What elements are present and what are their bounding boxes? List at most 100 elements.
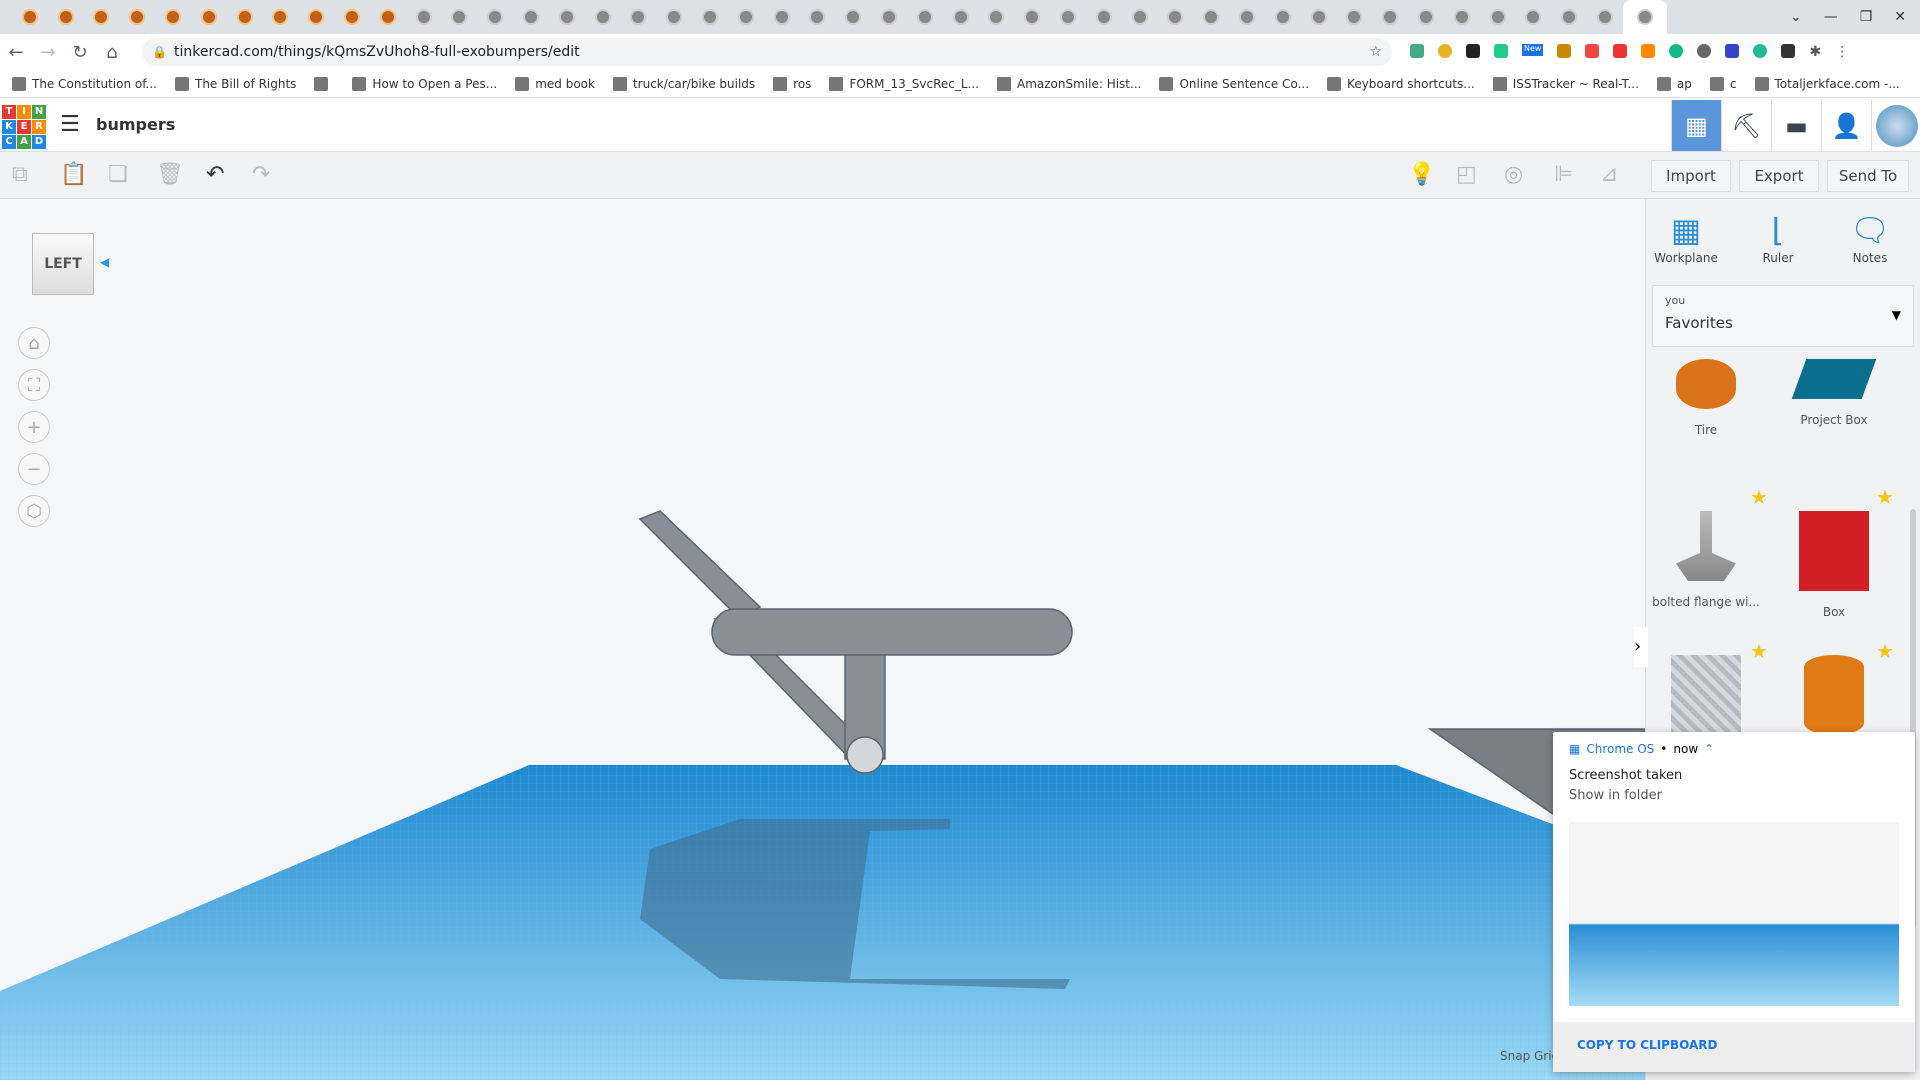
- browser-tab[interactable]: [692, 0, 728, 34]
- extension-icon[interactable]: [1697, 44, 1712, 58]
- screenshot-thumbnail[interactable]: [1569, 822, 1899, 1006]
- 3d-viewport[interactable]: LEFT ◀ ⌂ ⛶ + − ⬡ Snap Gric: [0, 199, 1645, 1080]
- browser-tab[interactable]: [1265, 0, 1301, 34]
- browser-tab[interactable]: [1551, 0, 1587, 34]
- browser-tab[interactable]: [119, 0, 155, 34]
- browser-tab[interactable]: [155, 0, 191, 34]
- ruler-tool[interactable]: ⌊ Ruler: [1738, 211, 1818, 265]
- undo-icon[interactable]: ↶: [206, 162, 224, 187]
- collapse-chevron-icon[interactable]: ⌃: [1704, 742, 1714, 756]
- browser-tab[interactable]: [334, 0, 370, 34]
- duplicate-icon[interactable]: ❏: [108, 162, 128, 187]
- bookmark-item[interactable]: ros: [773, 76, 811, 91]
- bookmark-item[interactable]: Keyboard shortcuts...: [1327, 76, 1475, 91]
- bookmark-item[interactable]: c: [1709, 76, 1737, 91]
- home-view-icon[interactable]: ⌂: [18, 327, 50, 359]
- add-user-icon[interactable]: 👤: [1821, 100, 1871, 151]
- tab-search-icon[interactable]: ⌄: [1790, 9, 1802, 25]
- browser-tab[interactable]: [656, 0, 692, 34]
- shape-project-box[interactable]: Project Box: [1774, 359, 1894, 427]
- extension-icon[interactable]: [1781, 44, 1796, 58]
- browser-tab[interactable]: [1336, 0, 1372, 34]
- align-icon[interactable]: ⊫: [1554, 162, 1573, 187]
- menu-icon[interactable]: ⋮: [1835, 44, 1849, 60]
- favorite-star-icon[interactable]: ★: [1750, 485, 1768, 509]
- tinkercad-logo[interactable]: TIN KER CAD: [2, 105, 46, 149]
- home-button[interactable]: ⌂: [96, 42, 128, 63]
- browser-tab[interactable]: [263, 0, 299, 34]
- bookmark-star-icon[interactable]: ☆: [1369, 44, 1382, 60]
- browser-tab[interactable]: [1301, 0, 1337, 34]
- reload-button[interactable]: ↻: [64, 42, 96, 63]
- shape-bolted-flange[interactable]: bolted flange wi...: [1646, 511, 1766, 609]
- back-button[interactable]: ←: [0, 42, 32, 63]
- export-button[interactable]: Export: [1739, 160, 1819, 192]
- browser-tab[interactable]: [1480, 0, 1516, 34]
- browser-tab[interactable]: [1193, 0, 1229, 34]
- collapse-panel-chevron-icon[interactable]: ›: [1634, 627, 1648, 667]
- zoom-in-icon[interactable]: +: [18, 411, 50, 443]
- browser-tab[interactable]: [1122, 0, 1158, 34]
- extension-icon[interactable]: [1410, 44, 1424, 58]
- screenshot-notification[interactable]: ▦ Chrome OS • now ⌃ Screenshot taken Sho…: [1553, 732, 1915, 1072]
- browser-tab[interactable]: [835, 0, 871, 34]
- browser-tab[interactable]: [871, 0, 907, 34]
- view-cube-arrow-right-icon[interactable]: ◀: [100, 255, 109, 269]
- extension-icon[interactable]: [1753, 44, 1768, 58]
- avatar[interactable]: [1871, 100, 1920, 151]
- bookmark-item[interactable]: Online Sentence Co...: [1159, 76, 1309, 91]
- workplane-tool[interactable]: ▦ Workplane: [1646, 211, 1726, 265]
- bookmark-item[interactable]: AmazonSmile: Hist...: [996, 76, 1141, 91]
- browser-tab[interactable]: [728, 0, 764, 34]
- ungroup-icon[interactable]: ◎: [1504, 162, 1523, 187]
- browser-tab[interactable]: [549, 0, 585, 34]
- delete-icon[interactable]: 🗑: [156, 162, 184, 187]
- shape-tire[interactable]: Tire: [1646, 359, 1766, 437]
- browser-tab[interactable]: [1444, 0, 1480, 34]
- extension-icon[interactable]: [1613, 44, 1628, 58]
- browser-tab[interactable]: [406, 0, 442, 34]
- browser-tab[interactable]: [442, 0, 478, 34]
- library-select[interactable]: you Favorites ▼: [1652, 285, 1914, 347]
- zoom-out-icon[interactable]: −: [18, 453, 50, 485]
- browser-tab[interactable]: [513, 0, 549, 34]
- extension-icon[interactable]: [1557, 44, 1572, 58]
- design-title[interactable]: bumpers: [96, 115, 175, 134]
- browser-tab[interactable]: [227, 0, 263, 34]
- light-icon[interactable]: 💡: [1408, 162, 1435, 187]
- group-icon[interactable]: ◰: [1456, 162, 1477, 187]
- extension-icon[interactable]: [1585, 44, 1600, 58]
- browser-tab[interactable]: [621, 0, 657, 34]
- browser-tab[interactable]: [1050, 0, 1086, 34]
- redo-icon[interactable]: ↷: [252, 162, 270, 187]
- import-button[interactable]: Import: [1651, 160, 1731, 192]
- browser-tab[interactable]: [1014, 0, 1050, 34]
- forward-button[interactable]: →: [32, 42, 64, 63]
- url-input[interactable]: 🔒 tinkercad.com/things/kQmsZvUhoh8-full-…: [142, 38, 1392, 66]
- browser-tab[interactable]: [48, 0, 84, 34]
- bookmark-item[interactable]: med book: [515, 76, 595, 91]
- browser-tab[interactable]: [764, 0, 800, 34]
- extension-icon[interactable]: [1725, 44, 1740, 58]
- favorite-star-icon[interactable]: ★: [1876, 485, 1894, 509]
- show-in-folder-link[interactable]: Show in folder: [1569, 788, 1662, 803]
- browser-tab[interactable]: [1086, 0, 1122, 34]
- fit-view-icon[interactable]: ⛶: [18, 369, 50, 401]
- extension-icon[interactable]: [1438, 44, 1452, 58]
- paste-icon[interactable]: 📋: [60, 162, 87, 187]
- browser-tab[interactable]: [477, 0, 513, 34]
- close-window-button[interactable]: ✕: [1894, 9, 1906, 25]
- copy-icon[interactable]: ⧉: [12, 162, 28, 187]
- browser-tab[interactable]: [1229, 0, 1265, 34]
- snap-grid-label[interactable]: Snap Gric: [1500, 1049, 1558, 1063]
- bookmark-item[interactable]: FORM_13_SvcRec_L...: [829, 76, 979, 91]
- view-cube-face[interactable]: LEFT: [32, 233, 94, 295]
- brick-icon[interactable]: ▬: [1771, 100, 1821, 151]
- bookmark-item[interactable]: The Bill of Rights: [175, 76, 296, 91]
- extension-icon[interactable]: [1466, 44, 1480, 58]
- notes-tool[interactable]: 🗨 Notes: [1830, 211, 1910, 265]
- browser-tab[interactable]: [298, 0, 334, 34]
- browser-tab[interactable]: [585, 0, 621, 34]
- browser-tab[interactable]: [1587, 0, 1623, 34]
- browser-tab[interactable]: [979, 0, 1015, 34]
